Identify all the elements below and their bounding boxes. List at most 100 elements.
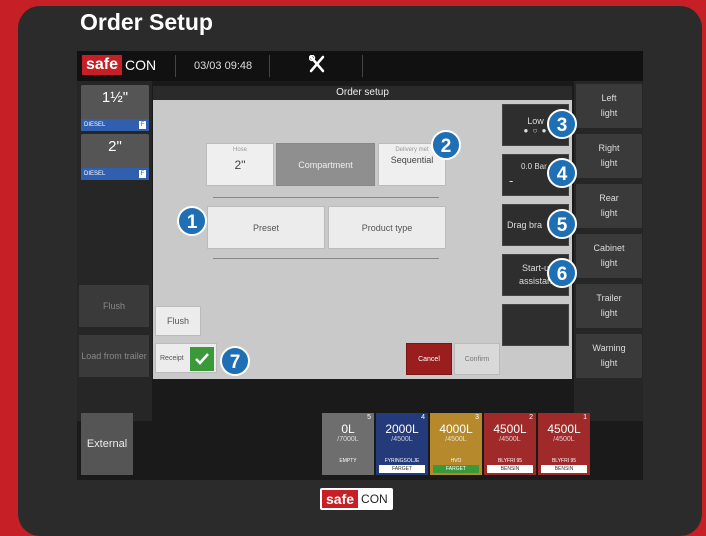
compartment-2[interactable]: 2 4500L /4500L BLYFRI 95 BENSIN [484,413,536,475]
compartment-number: 4 [421,414,425,421]
compartment-product: HVO [450,458,462,464]
rear-light-button[interactable]: Rear light [576,184,642,228]
button-label: light [600,108,618,118]
minus-button[interactable]: - [509,173,513,188]
logo-con-text: CON [361,492,388,506]
low-label: Low [527,115,544,126]
compartment-capacity: /4500L [499,436,521,443]
compartment-3[interactable]: 3 4000L /4500L HVO FARGET [430,413,482,475]
compartment-capacity: /4500L [445,436,467,443]
compartment-number: 2 [529,414,533,421]
button-label: light [600,258,618,268]
hose-size: 2" [108,138,122,155]
compartment-capacity: /4500L [553,436,575,443]
callout-badge-7: 7 [220,346,250,376]
compartment-amount: 4000L [439,422,473,436]
compartment-capacity: /7000L [337,436,359,443]
callout-badge-2: 2 [431,130,461,160]
compartment-1[interactable]: 1 4500L /4500L BLYFRI 95 BENSIN [538,413,590,475]
warning-light-button[interactable]: Warning light [576,334,642,378]
confirm-button[interactable]: Confirm [454,343,500,375]
left-column: 1½" DIESEL F 2" DIESEL F Flush Load from… [77,81,152,421]
datetime: 03/03 09:48 [194,60,253,72]
hose-size: 1½" [101,89,129,106]
safecon-logo: safe CON [82,55,156,75]
compartment-button[interactable]: Compartment [276,143,375,186]
flush-button[interactable]: Flush [155,306,201,336]
compartment-tag: BENSIN [487,465,533,473]
compartment-4[interactable]: 4 2000L /4500L FYRINGSOLJE FARGET [376,413,428,475]
button-label: Trailer [596,293,622,303]
dialog-title: Order setup [153,86,572,100]
hose-tile[interactable]: Hose 2" [206,143,274,186]
callout-badge-5: 5 [547,209,577,239]
compartment-product: FYRINGSOLJE [384,458,420,464]
flush-button-left[interactable]: Flush [79,285,149,327]
receipt-toggle[interactable]: Receipt [155,343,217,373]
compartment-amount: 4500L [493,422,527,436]
callout-badge-3: 3 [547,109,577,139]
hose-label: Hose [232,147,247,153]
divider [175,55,176,77]
divider [362,55,363,77]
button-label: Rear [599,193,619,203]
divider [213,197,439,198]
fuel-icon: F [139,121,146,129]
startup-label: Start-u [521,263,549,273]
compartment-number: 3 [475,414,479,421]
button-label: Cabinet [593,243,625,253]
compartment-5[interactable]: 5 0L /7000L EMPTY [322,413,374,475]
button-label: Right [598,143,620,153]
hose-card-2[interactable]: 2" DIESEL F [81,134,149,180]
callout-badge-6: 6 [547,258,577,288]
compartment-number: 1 [583,414,587,421]
compartment-tag: FARGET [433,465,479,473]
empty-button[interactable] [502,304,569,346]
compartment-tag: BENSIN [541,465,587,473]
tools-icon[interactable] [308,54,325,78]
receipt-label: Receipt [160,354,184,362]
compartment-tag: FARGET [379,465,425,473]
callout-badge-1: 1 [177,206,207,236]
compartment-product: BLYFRI 95 [497,458,523,464]
right-light-button[interactable]: Right light [576,134,642,178]
preset-button[interactable]: Preset [207,206,325,249]
logo-safe-text: safe [82,55,123,75]
logo-safe-text: safe [322,490,359,508]
check-icon [190,347,214,371]
level-dots-icon: ● ○ ● [523,125,548,135]
hose-card-1[interactable]: 1½" DIESEL F [81,85,149,131]
compartment-amount: 2000L [385,422,419,436]
external-button[interactable]: External [81,413,133,475]
trailer-light-button[interactable]: Trailer light [576,284,642,328]
right-column: Left light Right light Rear light Cabinet li… [574,81,643,421]
compartment-amount: 0L [341,422,355,436]
button-label: Left [601,93,617,103]
cancel-button[interactable]: Cancel [406,343,452,375]
button-label: light [600,208,618,218]
compartment-capacity: /4500L [391,436,413,443]
hose-value: 2" [234,158,246,172]
pressure-value: 0.0 Bar [521,162,547,171]
callout-badge-4: 4 [547,158,577,188]
compartment-product: BLYFRI 95 [551,458,577,464]
fuel-icon: F [139,170,146,178]
button-label: light [600,158,618,168]
safecon-logo-bottom: safe CON [320,488,393,510]
button-label: light [600,308,618,318]
compartment-number: 5 [367,414,371,421]
cabinet-light-button[interactable]: Cabinet light [576,234,642,278]
compartment-amount: 4500L [547,422,581,436]
delivery-value: Sequential [390,155,434,165]
product-type-button[interactable]: Product type [328,206,446,249]
button-label: Warning [592,343,626,353]
divider [269,55,270,77]
left-light-button[interactable]: Left light [576,84,642,128]
page-title: Order Setup [80,9,213,35]
compartment-product: EMPTY [339,458,357,464]
button-label: light [600,358,618,368]
load-from-trailer-button[interactable]: Load from trailer [79,335,149,377]
divider [213,258,439,259]
top-bar: safe CON 03/03 09:48 [77,51,643,81]
logo-con-text: CON [125,57,157,73]
